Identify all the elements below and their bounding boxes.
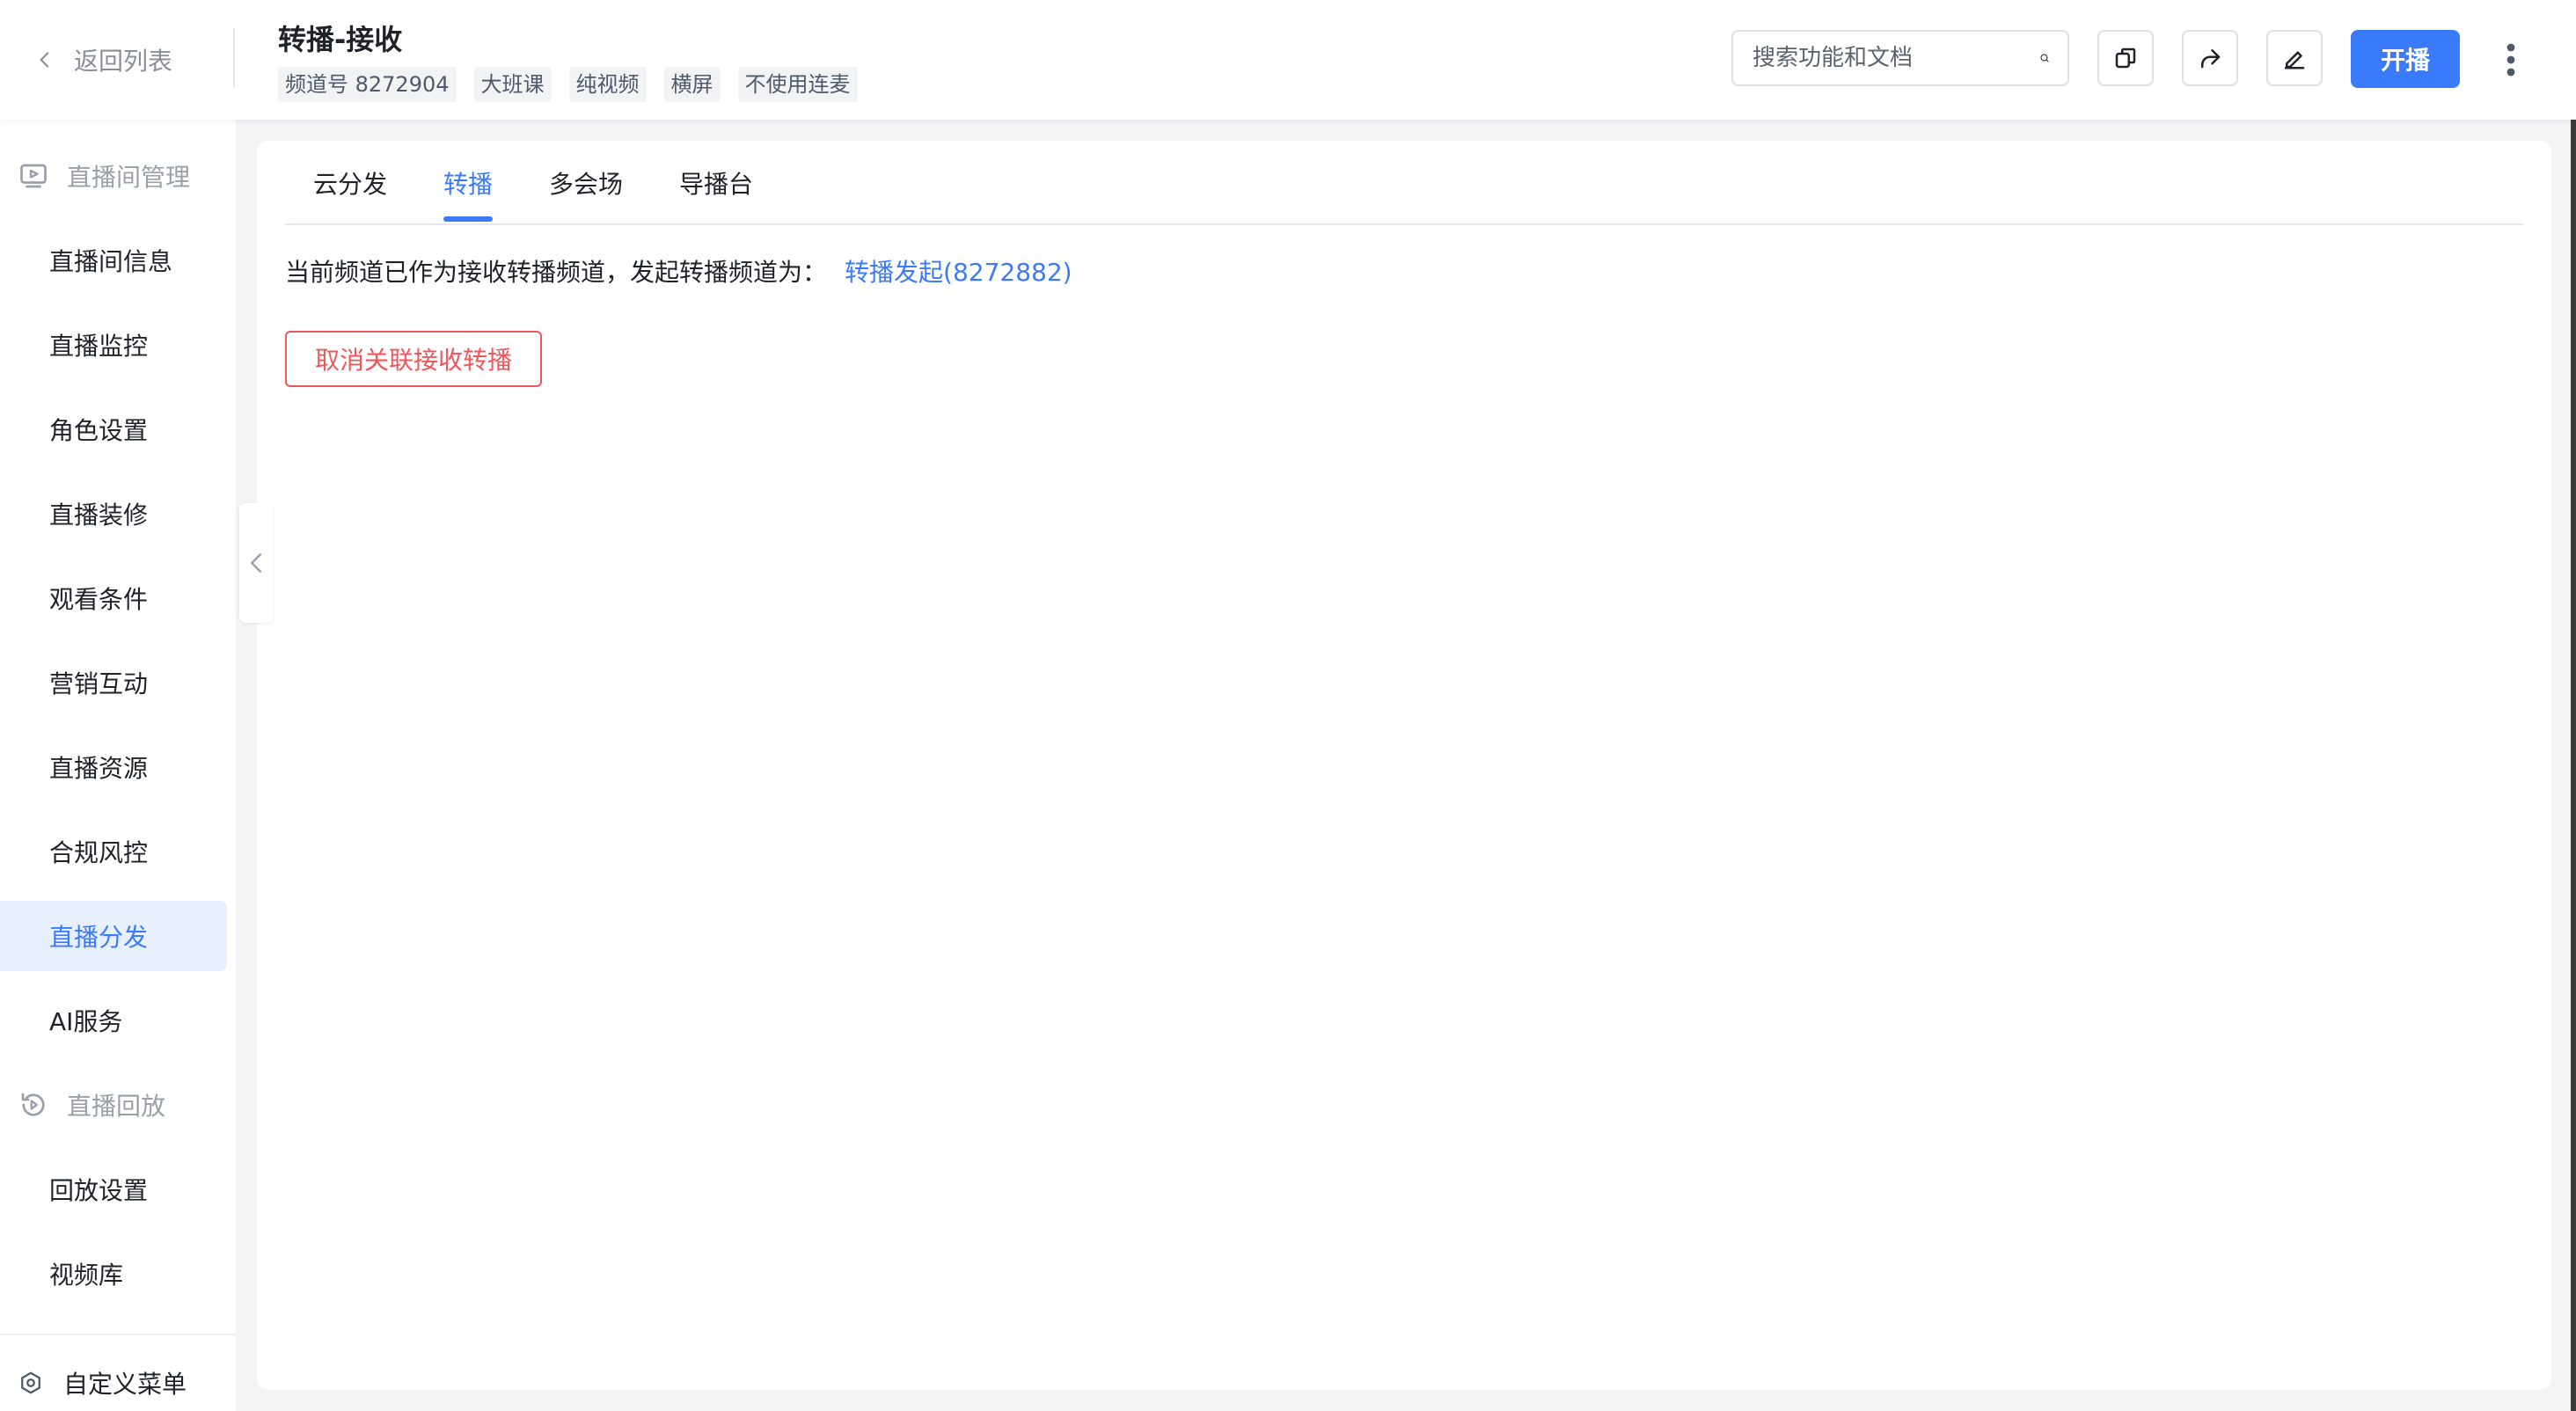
search-input[interactable]	[1751, 44, 2039, 72]
main-panel: 云分发 转播 多会场 导播台 当前频道已作为接收转播频道，发起转播频道为： 转播…	[257, 141, 2551, 1390]
sidebar-item-roles[interactable]: 角色设置	[0, 394, 227, 464]
channel-id-tag: 频道号 8272904	[278, 67, 457, 102]
edit-button[interactable]	[2266, 30, 2323, 86]
orientation-tag: 横屏	[663, 67, 721, 102]
back-to-list-button[interactable]: 返回列表	[33, 40, 172, 79]
sidebar-item-video-library[interactable]: 视频库	[0, 1239, 227, 1309]
tab-rebroadcast[interactable]: 转播	[443, 165, 494, 222]
sidebar-group-label: 直播回放	[67, 1092, 166, 1121]
custom-menu-icon	[21, 1371, 40, 1394]
tab-multi-venue[interactable]: 多会场	[549, 165, 623, 222]
page-title: 转播-接收	[278, 23, 403, 56]
window-edge	[2571, 0, 2576, 1411]
media-type-tag: 纯视频	[568, 67, 647, 102]
scene-tag: 大班课	[473, 67, 552, 102]
custom-menu-button[interactable]: 自定义菜单	[18, 1365, 187, 1400]
chevron-left-icon	[250, 553, 262, 573]
source-channel-link[interactable]: 转播发起(8272882)	[845, 253, 1072, 289]
live-room-icon	[20, 164, 47, 188]
sidebar-item-marketing[interactable]: 营销互动	[0, 647, 227, 718]
tab-cloud-distribution[interactable]: 云分发	[313, 165, 387, 222]
sidebar-item-decoration[interactable]: 直播装修	[0, 479, 227, 549]
header-divider	[233, 28, 235, 88]
sidebar-item-distribution[interactable]: 直播分发	[0, 901, 227, 971]
sidebar-item-compliance[interactable]: 合规风控	[0, 816, 227, 887]
tab-bar: 云分发 转播 多会场 导播台	[285, 141, 2523, 225]
rebroadcast-info-text: 当前频道已作为接收转播频道，发起转播频道为：	[285, 258, 828, 287]
sidebar-item-playback-settings[interactable]: 回放设置	[0, 1154, 227, 1225]
sidebar-collapse-button[interactable]	[239, 503, 273, 623]
sidebar-item-watch-conditions[interactable]: 观看条件	[0, 563, 227, 633]
share-icon	[2201, 49, 2221, 69]
sidebar-group-playback[interactable]: 直播回放	[18, 1087, 165, 1122]
share-button[interactable]	[2182, 30, 2238, 86]
sidebar-item-resources[interactable]: 直播资源	[0, 732, 227, 802]
more-vertical-icon	[2506, 43, 2515, 77]
search-icon[interactable]	[2039, 44, 2050, 72]
more-button[interactable]	[2495, 35, 2527, 84]
back-label: 返回列表	[74, 47, 173, 76]
sidebar-divider	[0, 1334, 236, 1335]
sidebar-group-live-room[interactable]: 直播间管理	[18, 158, 190, 194]
search-box[interactable]	[1731, 30, 2069, 86]
copy-icon	[2115, 48, 2136, 69]
channel-tags: 频道号 8272904 大班课 纯视频 横屏 不使用连麦	[278, 67, 858, 102]
sidebar-item-room-info[interactable]: 直播间信息	[0, 225, 227, 296]
sidebar-item-ai-service[interactable]: AI服务	[0, 985, 227, 1056]
top-header: 返回列表 转播-接收 频道号 8272904 大班课 纯视频 横屏 不使用连麦 …	[0, 0, 2576, 120]
chevron-left-icon	[40, 52, 49, 68]
custom-menu-label: 自定义菜单	[63, 1370, 187, 1399]
sidebar: 直播间管理 直播间信息 直播监控 角色设置 直播装修 观看条件 营销互动 直播资…	[0, 120, 236, 1411]
sidebar-item-monitor[interactable]: 直播监控	[0, 310, 227, 380]
playback-icon	[21, 1093, 45, 1116]
sidebar-group-label: 直播间管理	[67, 163, 191, 192]
copy-button[interactable]	[2097, 30, 2154, 86]
edit-icon	[2284, 51, 2305, 69]
rebroadcast-info: 当前频道已作为接收转播频道，发起转播频道为： 转播发起(8272882)	[285, 253, 1072, 289]
link-mic-tag: 不使用连麦	[737, 67, 858, 102]
start-live-button[interactable]: 开播	[2351, 30, 2460, 88]
tab-director-console[interactable]: 导播台	[679, 165, 753, 222]
cancel-receive-rebroadcast-button[interactable]: 取消关联接收转播	[285, 331, 542, 387]
